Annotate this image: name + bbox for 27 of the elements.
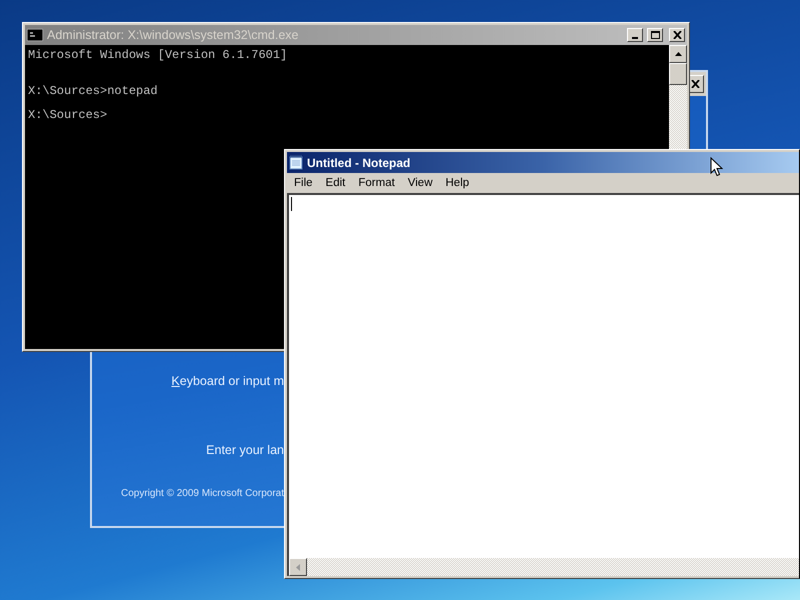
close-icon	[672, 31, 682, 39]
minimize-button[interactable]	[627, 28, 643, 42]
console-icon	[27, 29, 43, 41]
notepad-icon	[289, 155, 303, 170]
menu-item[interactable]: Help	[440, 174, 476, 192]
console-line: X:\Sources>notepad	[28, 84, 158, 98]
menu-item[interactable]: Format	[352, 174, 401, 192]
menu-item[interactable]: View	[402, 174, 438, 192]
setup-label: Enter your lan	[206, 442, 284, 459]
mouse-pointer-icon	[710, 157, 723, 177]
copyright-text: Copyright © 2009 Microsoft Corporat	[121, 487, 284, 501]
up-arrow-icon	[674, 52, 682, 56]
setup-label: Keyboard or input m	[171, 373, 284, 390]
window-title: Untitled - Notepad	[307, 154, 410, 172]
maximize-button[interactable]	[647, 28, 663, 42]
console-line: X:\Sources>	[28, 108, 108, 122]
menu-item[interactable]: File	[288, 174, 319, 192]
close-icon	[690, 80, 700, 88]
close-button[interactable]	[669, 28, 685, 42]
menu-item[interactable]: Edit	[320, 174, 352, 192]
scroll-up-button[interactable]	[669, 45, 687, 63]
scroll-left-button[interactable]	[289, 558, 307, 576]
scroll-thumb[interactable]	[669, 63, 687, 85]
console-line: Microsoft Windows [Version 6.1.7601]	[28, 48, 288, 62]
left-arrow-icon	[296, 564, 300, 570]
window-title: Administrator: X:\windows\system32\cmd.exe	[47, 26, 300, 44]
text-cursor-icon	[291, 197, 292, 211]
